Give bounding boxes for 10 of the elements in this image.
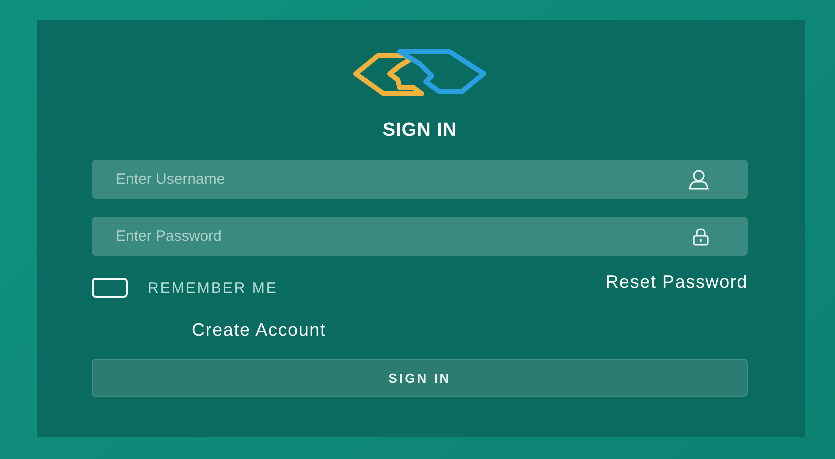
user-icon	[688, 170, 710, 190]
create-account-link[interactable]: Create Account	[192, 320, 326, 341]
username-field[interactable]: Enter Username	[92, 160, 748, 199]
lock-icon	[692, 228, 710, 246]
form-title: SIGN IN	[382, 120, 458, 142]
remember-checkbox[interactable]	[92, 278, 128, 298]
remember-label: REMEMBER ME	[148, 280, 278, 296]
password-field[interactable]: Enter Password	[92, 217, 748, 256]
sign-in-button[interactable]: SIGN IN	[92, 359, 748, 397]
reset-password-link[interactable]: Reset Password	[606, 272, 748, 293]
